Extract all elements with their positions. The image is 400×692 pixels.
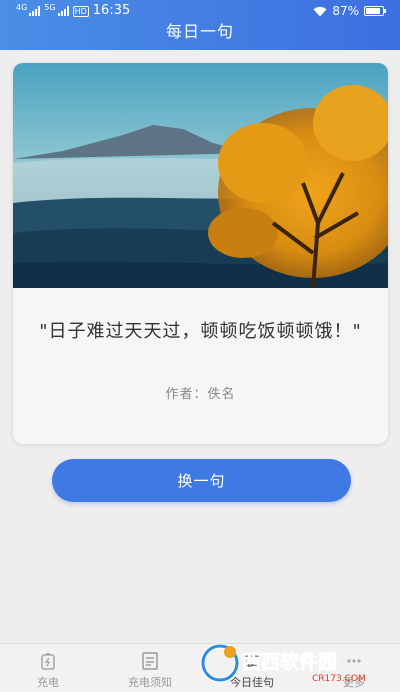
- app-header: 4G 5G HD 16:35 87% 每日一句: [0, 0, 400, 50]
- wifi-icon: [313, 6, 327, 16]
- watermark-logo: 西西软件园 CR173.COM: [200, 640, 380, 686]
- svg-text:CR173.COM: CR173.COM: [312, 674, 366, 684]
- notice-icon: [142, 652, 158, 670]
- page-title: 每日一句: [165, 22, 234, 41]
- network-type-label: 4G: [16, 3, 28, 12]
- next-quote-button[interactable]: 换一句: [52, 459, 351, 502]
- tab-charge[interactable]: 充电: [8, 644, 88, 692]
- battery-icon: [364, 6, 386, 16]
- charge-icon: [41, 653, 55, 670]
- signal-icon: [29, 6, 41, 16]
- tab-label: 充电: [37, 676, 59, 689]
- quote-card: "日子难过天天过，顿顿吃饭顿顿饿！" 作者：佚名: [13, 63, 388, 444]
- svg-text:西西软件园: 西西软件园: [242, 650, 337, 673]
- quote-author: 作者：佚名: [165, 387, 236, 402]
- tab-notice[interactable]: 充电须知: [110, 644, 190, 692]
- hd-badge: HD: [72, 5, 89, 17]
- quote-text: "日子难过天天过，顿顿吃饭顿顿饿！": [39, 321, 362, 342]
- network-type-label-2: 5G: [44, 3, 56, 12]
- signal-icon-2: [57, 6, 69, 16]
- tab-label: 充电须知: [128, 676, 172, 689]
- landscape-image: [13, 63, 388, 288]
